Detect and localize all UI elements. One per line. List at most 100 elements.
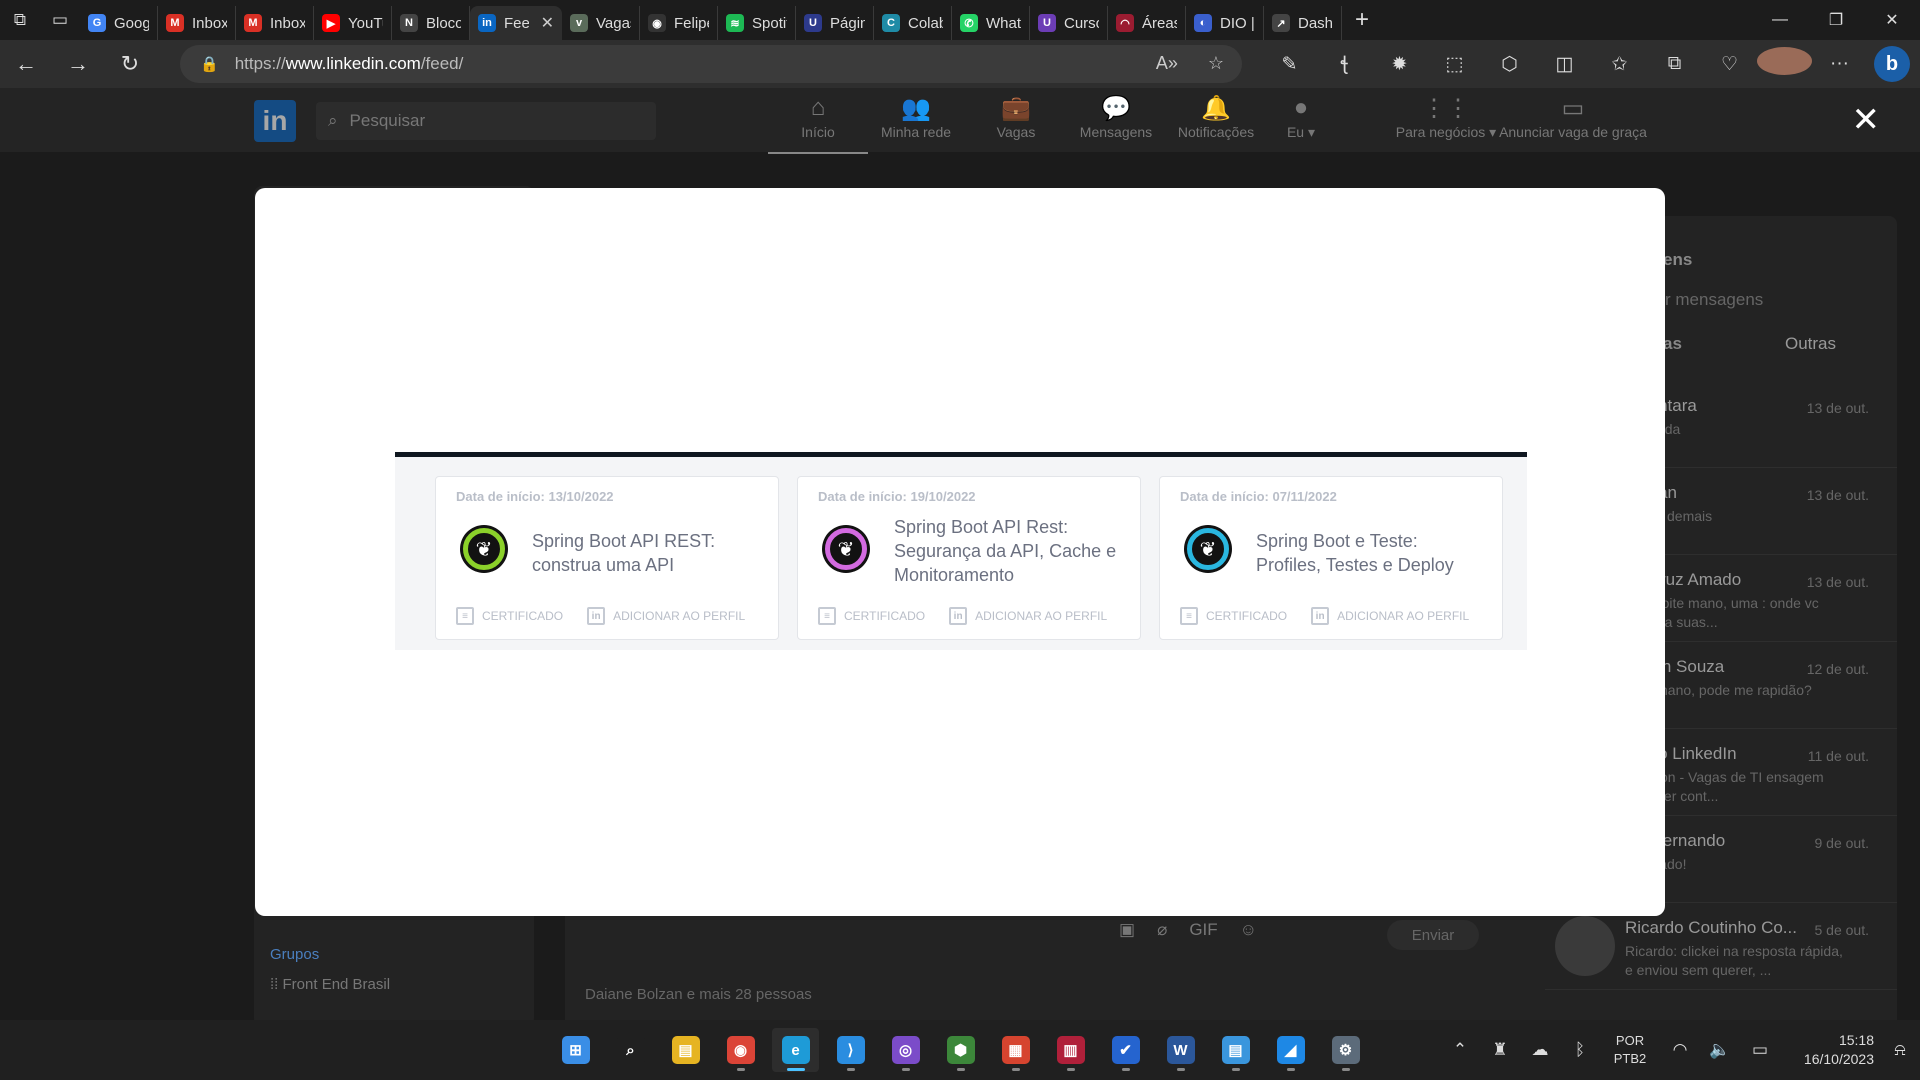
nav-item-5[interactable]: ● Eu ▾	[1266, 94, 1336, 141]
image-icon[interactable]: ▣	[1119, 920, 1135, 940]
tab-1[interactable]: M Inbox (	[158, 6, 236, 40]
read-aloud-icon[interactable]: A»	[1156, 53, 1178, 74]
photos-taskbar-button[interactable]: ◢	[1267, 1028, 1314, 1072]
add-to-profile-link[interactable]: in ADICIONAR AO PERFIL	[587, 607, 745, 625]
conversation-preview: Ricardo: clickei na resposta rápida, e e…	[1625, 943, 1843, 978]
tab-3[interactable]: ▶ YouTub	[314, 6, 392, 40]
extension-t-icon[interactable]: ꞎ	[1317, 53, 1372, 76]
todo-taskbar-button[interactable]: ✔	[1102, 1028, 1149, 1072]
tab-other[interactable]: Outras	[1785, 334, 1836, 354]
screenshot-icon[interactable]: ⬚	[1427, 53, 1482, 76]
messaging-search[interactable]: r mensagens	[1665, 290, 1763, 310]
tray-app-icon[interactable]: ♜	[1480, 1040, 1520, 1060]
clock[interactable]: 15:18 16/10/2023	[1780, 1031, 1880, 1069]
back-button[interactable]: ←	[0, 40, 52, 88]
tab-12[interactable]: U Cursos	[1030, 6, 1108, 40]
tab-10[interactable]: C Colabor	[874, 6, 952, 40]
tab-2[interactable]: M Inbox (	[236, 6, 314, 40]
linkedin-search[interactable]: ⌕ Pesquisar	[316, 102, 656, 140]
emoji-icon[interactable]: ☺	[1240, 920, 1257, 940]
tab-15[interactable]: ↗ Dashbo	[1264, 6, 1342, 40]
edge-icon: e	[781, 1036, 810, 1064]
certificate-link[interactable]: ≡ CERTIFICADO	[1180, 607, 1287, 625]
favorites-icon[interactable]: ✩	[1592, 53, 1647, 76]
post-reactions[interactable]: Daiane Bolzan e mais 28 pessoas	[585, 986, 812, 1003]
forward-button[interactable]: →	[52, 40, 104, 88]
bluetooth-icon[interactable]: ᛒ	[1560, 1040, 1600, 1060]
certificate-icon: ≡	[1180, 607, 1198, 625]
conversation-item[interactable]: Ricardo Coutinho Co... 5 de out. Ricardo: …	[1545, 904, 1897, 990]
analytics-taskbar-button[interactable]: ▥	[1047, 1028, 1094, 1072]
settings-taskbar-button[interactable]: ⚙	[1322, 1028, 1369, 1072]
extension-gear-icon[interactable]: ✹	[1372, 53, 1427, 76]
address-bar[interactable]: 🔒 https://www.linkedin.com/feed/ A» ☆	[180, 45, 1242, 83]
conversation-date: 5 de out.	[1814, 922, 1870, 938]
add-to-profile-link[interactable]: in ADICIONAR AO PERFIL	[1311, 607, 1469, 625]
gif-icon[interactable]: GIF	[1189, 920, 1217, 940]
tab-13[interactable]: ◠ Áreas d	[1108, 6, 1186, 40]
volume-icon[interactable]: 🔈	[1700, 1040, 1740, 1060]
nav-item-3[interactable]: 💬 Mensagens	[1066, 94, 1166, 140]
tab-14[interactable]: ◐ DIO | C	[1186, 6, 1264, 40]
areas-icon: ◠	[1116, 14, 1134, 32]
start-taskbar-button[interactable]: ⊞	[552, 1028, 599, 1072]
restore-button[interactable]: ❐	[1808, 0, 1864, 40]
profile-avatar[interactable]	[1757, 47, 1812, 81]
linkedin-logo-icon[interactable]: in	[254, 100, 296, 142]
favorite-star-icon[interactable]: ☆	[1208, 53, 1224, 74]
group-item[interactable]: ⁞⁞ Front End Brasil	[270, 976, 390, 993]
browser-essentials-icon[interactable]: ♡	[1702, 53, 1757, 76]
input-language[interactable]: POR PTB2	[1600, 1032, 1660, 1068]
workspaces-icon[interactable]: ⧉	[0, 0, 40, 40]
winget-taskbar-button[interactable]: ▦	[992, 1028, 1039, 1072]
nav-item-7[interactable]: ▭ Anunciar vaga de graça	[1488, 94, 1658, 140]
tab-9[interactable]: U Página	[796, 6, 874, 40]
edge-taskbar-button[interactable]: e	[772, 1028, 819, 1072]
new-tab-button[interactable]: +	[1342, 6, 1382, 34]
eyedropper-icon[interactable]: ✎	[1262, 53, 1317, 76]
notifications-icon[interactable]: ⍾	[1880, 1040, 1920, 1060]
vscode-taskbar-button[interactable]: ⟩	[827, 1028, 874, 1072]
nav-item-1[interactable]: 👥 Minha rede	[866, 94, 966, 140]
tab-11[interactable]: ✆ WhatsA	[952, 6, 1030, 40]
battery-icon[interactable]: ▭	[1740, 1040, 1780, 1060]
lock-icon[interactable]: 🔒	[200, 55, 219, 73]
github-desktop-taskbar-button[interactable]: ◎	[882, 1028, 929, 1072]
groups-heading[interactable]: Grupos	[270, 946, 319, 963]
search-taskbar-button[interactable]: ⌕	[607, 1028, 654, 1072]
minimize-button[interactable]: —	[1752, 0, 1808, 40]
more-options-icon[interactable]: ···	[1812, 53, 1867, 75]
add-to-profile-link[interactable]: in ADICIONAR AO PERFIL	[949, 607, 1107, 625]
split-screen-icon[interactable]: ◫	[1537, 53, 1592, 76]
nodejs-taskbar-button[interactable]: ⬢	[937, 1028, 984, 1072]
tab-actions-icon[interactable]: ▭	[40, 0, 80, 40]
tab-focused[interactable]: as	[1663, 334, 1682, 354]
notepad-taskbar-button[interactable]: ▤	[1212, 1028, 1259, 1072]
chevron-up-icon[interactable]: ⌃	[1440, 1040, 1480, 1060]
extensions-puzzle-icon[interactable]: ⬡	[1482, 53, 1537, 76]
chrome-taskbar-button[interactable]: ◉	[717, 1028, 764, 1072]
copilot-icon[interactable]: b	[1874, 46, 1910, 82]
certificate-link[interactable]: ≡ CERTIFICADO	[818, 607, 925, 625]
nav-item-2[interactable]: 💼 Vagas	[966, 94, 1066, 140]
tab-6[interactable]: v Vagas r	[562, 6, 640, 40]
certificate-link[interactable]: ≡ CERTIFICADO	[456, 607, 563, 625]
send-button[interactable]: Enviar	[1387, 920, 1479, 950]
tab-0[interactable]: G Google	[80, 6, 158, 40]
close-window-button[interactable]: ✕	[1864, 0, 1920, 40]
tab-4[interactable]: N Bloco d	[392, 6, 470, 40]
nav-item-0[interactable]: ⌂ Início	[768, 94, 868, 154]
word-taskbar-button[interactable]: W	[1157, 1028, 1204, 1072]
tab-5[interactable]: in Fee ✕	[470, 6, 562, 40]
close-modal-icon[interactable]: ✕	[1852, 100, 1881, 140]
refresh-button[interactable]: ↻	[104, 40, 156, 88]
tab-7[interactable]: ◉ Felipe I	[640, 6, 718, 40]
attach-icon[interactable]: ⌀	[1157, 920, 1167, 940]
close-tab-icon[interactable]: ✕	[541, 13, 554, 33]
wifi-icon[interactable]: ◠	[1660, 1040, 1700, 1060]
file-explorer-taskbar-button[interactable]: ▤	[662, 1028, 709, 1072]
onedrive-icon[interactable]: ☁	[1520, 1040, 1560, 1060]
collections-icon[interactable]: ⧉	[1647, 53, 1702, 75]
tab-8[interactable]: ≋ Spotify	[718, 6, 796, 40]
nav-item-4[interactable]: 🔔 Notificações	[1166, 94, 1266, 140]
